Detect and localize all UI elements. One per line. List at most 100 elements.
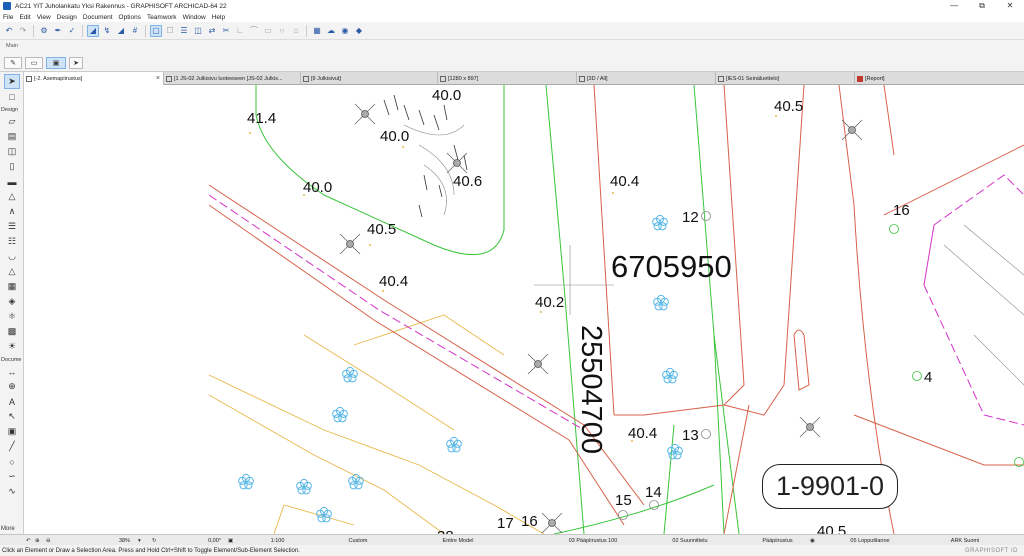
curtain-wall-tool-icon[interactable]: ▦ xyxy=(4,279,20,294)
polyline-tool-icon[interactable]: ∽ xyxy=(4,469,20,484)
close-button[interactable]: ✕ xyxy=(996,0,1024,12)
tab-1280x897[interactable]: [1280 x 897] xyxy=(438,72,577,85)
line-tool-icon[interactable]: ╱ xyxy=(4,439,20,454)
fill-tool-icon[interactable]: ▣ xyxy=(4,424,20,439)
resize-icon[interactable]: ⌂ xyxy=(290,25,302,37)
window-title: AC21 YIT Juholankatu Yksi Rakennus - GRA… xyxy=(15,2,227,10)
window-tool-icon[interactable]: ◫ xyxy=(4,144,20,159)
toolbox-more-button[interactable]: More xyxy=(1,526,15,532)
toolbar-divider xyxy=(82,24,83,37)
elevation-view-icon[interactable]: ▭ xyxy=(25,57,43,69)
elevation-icon xyxy=(166,75,172,82)
document-group-label: Docume xyxy=(1,357,22,363)
grid-snap-icon[interactable]: # xyxy=(129,25,141,37)
arrow-tool-icon[interactable]: ➤ xyxy=(4,74,20,89)
tab-label: [-2. Asemapiirustus] xyxy=(34,75,83,82)
text-tool-icon[interactable]: A xyxy=(4,394,20,409)
menu-design[interactable]: Design xyxy=(57,14,77,21)
marquee-icon[interactable]: ▢ xyxy=(150,24,162,37)
marquee-tool-icon[interactable]: □ xyxy=(4,89,20,104)
plan-view-icon[interactable]: ✎ xyxy=(4,57,22,69)
slab-tool-icon[interactable]: △ xyxy=(4,189,20,204)
tab-3d-all[interactable]: [3D / All] xyxy=(577,72,716,85)
plan-canvas[interactable]: 40.0 41.4 40.0 40.6 40.0 40.5 40.4 40.2 … xyxy=(24,85,1024,534)
tab-close-icon[interactable]: × xyxy=(156,75,160,82)
publish-icon[interactable]: ▦ xyxy=(311,25,323,37)
mesh-tool-icon[interactable]: △ xyxy=(4,264,20,279)
parcel-id-label[interactable]: 1-9901-0 xyxy=(762,464,898,509)
tab-julkisivu-luoteeseen[interactable]: [1 JS-02 Julkisivu luoteeseen [JS-02 Jul… xyxy=(164,72,301,85)
tab-label: [Report] xyxy=(865,75,885,82)
3d-view-icon[interactable]: ▣ xyxy=(46,57,66,69)
level-dimension-tool-icon[interactable]: ⊕ xyxy=(4,379,20,394)
morph-tool-icon[interactable]: ◈ xyxy=(4,294,20,309)
wall-tool-icon[interactable]: ▱ xyxy=(4,114,20,129)
point-number: 16 xyxy=(893,202,910,219)
reserve-icon[interactable]: ◉ xyxy=(339,25,351,37)
teamwork-icon[interactable]: ◆ xyxy=(353,25,365,37)
undo-icon[interactable]: ↶ xyxy=(3,25,15,37)
minimize-button[interactable]: — xyxy=(940,0,968,12)
lock-icon[interactable]: ☐ xyxy=(164,25,176,37)
snap-points-icon[interactable]: ◢ xyxy=(115,25,127,37)
spline-tool-icon[interactable]: ∿ xyxy=(4,484,20,499)
fillet-icon[interactable]: ⌒ xyxy=(248,25,260,37)
elevation-label: 40.4 xyxy=(628,425,658,442)
arrow-tool-icon[interactable]: ➤ xyxy=(69,57,83,69)
floor-plan-icon xyxy=(26,75,32,82)
elevation-label: 40.5 xyxy=(817,523,847,534)
point-number: 16 xyxy=(521,513,538,530)
toolbox: ➤ □ Design ▱ ▤ ◫ ▯ ▬ △ ∧ ☰ ☷ ◡ △ ▦ ◈ ⚛ ▩… xyxy=(0,72,24,534)
layers-icon[interactable]: ☰ xyxy=(178,25,190,37)
menu-edit[interactable]: Edit xyxy=(19,14,30,21)
label-tool-icon[interactable]: ↖ xyxy=(4,409,20,424)
door-tool-icon[interactable]: ▤ xyxy=(4,129,20,144)
graphisoft-id-link[interactable]: GRAPHISOFT ID xyxy=(965,548,1018,554)
restore-button[interactable]: ⧉ xyxy=(968,0,996,12)
tab-seinaluettelo[interactable]: [IES-01 Seinäluettelo] xyxy=(716,72,855,85)
roof-tool-icon[interactable]: ∧ xyxy=(4,204,20,219)
dimension-tool-icon[interactable]: ↔ xyxy=(4,364,20,379)
hint-bar: Click an Element or Draw a Selection Are… xyxy=(0,545,1024,556)
syringe-icon[interactable]: ✓ xyxy=(66,25,78,37)
pet-palette-icon[interactable]: ⚙ xyxy=(38,25,50,37)
menu-document[interactable]: Document xyxy=(83,14,113,21)
stair-tool-icon[interactable]: ☰ xyxy=(4,219,20,234)
elevation-label: 40.6 xyxy=(453,173,483,190)
snap-guides-icon[interactable]: ↯ xyxy=(101,25,113,37)
toolbar-divider xyxy=(306,24,307,37)
shell-tool-icon[interactable]: ◡ xyxy=(4,249,20,264)
intersect-icon[interactable]: ∟ xyxy=(234,25,246,37)
object-tool-icon[interactable]: ⚛ xyxy=(4,309,20,324)
toolbar-divider xyxy=(33,24,34,37)
menu-window[interactable]: Window xyxy=(183,14,206,21)
redo-icon[interactable]: ↷ xyxy=(17,25,29,37)
split-icon[interactable]: ○ xyxy=(276,25,288,37)
menu-view[interactable]: View xyxy=(37,14,51,21)
offset-icon[interactable]: ▭ xyxy=(262,25,274,37)
trace-icon[interactable]: ◫ xyxy=(192,25,204,37)
menu-help[interactable]: Help xyxy=(212,14,225,21)
trim-icon[interactable]: ✂ xyxy=(220,25,232,37)
main-toolbar: Main ✎ ▭ ▣ ➤ xyxy=(0,40,1024,72)
railing-tool-icon[interactable]: ☷ xyxy=(4,234,20,249)
elevation-label: 40.0 xyxy=(303,179,333,196)
tab-report[interactable]: [Report] xyxy=(855,72,1024,85)
guide-lines-icon[interactable]: ◢ xyxy=(87,24,99,37)
menu-file[interactable]: File xyxy=(3,14,13,21)
lamp-tool-icon[interactable]: ☀ xyxy=(4,339,20,354)
eyedropper-icon[interactable]: ✒ xyxy=(52,25,64,37)
report-icon xyxy=(857,75,863,82)
tab-asemapiirustus[interactable]: [-2. Asemapiirustus] × xyxy=(24,72,164,85)
tab-julkisivut[interactable]: [9 Julkisivut] xyxy=(301,72,438,85)
zone-tool-icon[interactable]: ▩ xyxy=(4,324,20,339)
circle-tool-icon[interactable]: ○ xyxy=(4,454,20,469)
elevation-label: 41.4 xyxy=(247,110,277,127)
beam-tool-icon[interactable]: ▬ xyxy=(4,174,20,189)
menu-teamwork[interactable]: Teamwork xyxy=(147,14,177,21)
column-tool-icon[interactable]: ▯ xyxy=(4,159,20,174)
menu-options[interactable]: Options xyxy=(119,14,141,21)
cloud-icon[interactable]: ☁ xyxy=(325,25,337,37)
adjust-icon[interactable]: ⇄ xyxy=(206,25,218,37)
elevation-label: 40.0 xyxy=(432,87,462,104)
